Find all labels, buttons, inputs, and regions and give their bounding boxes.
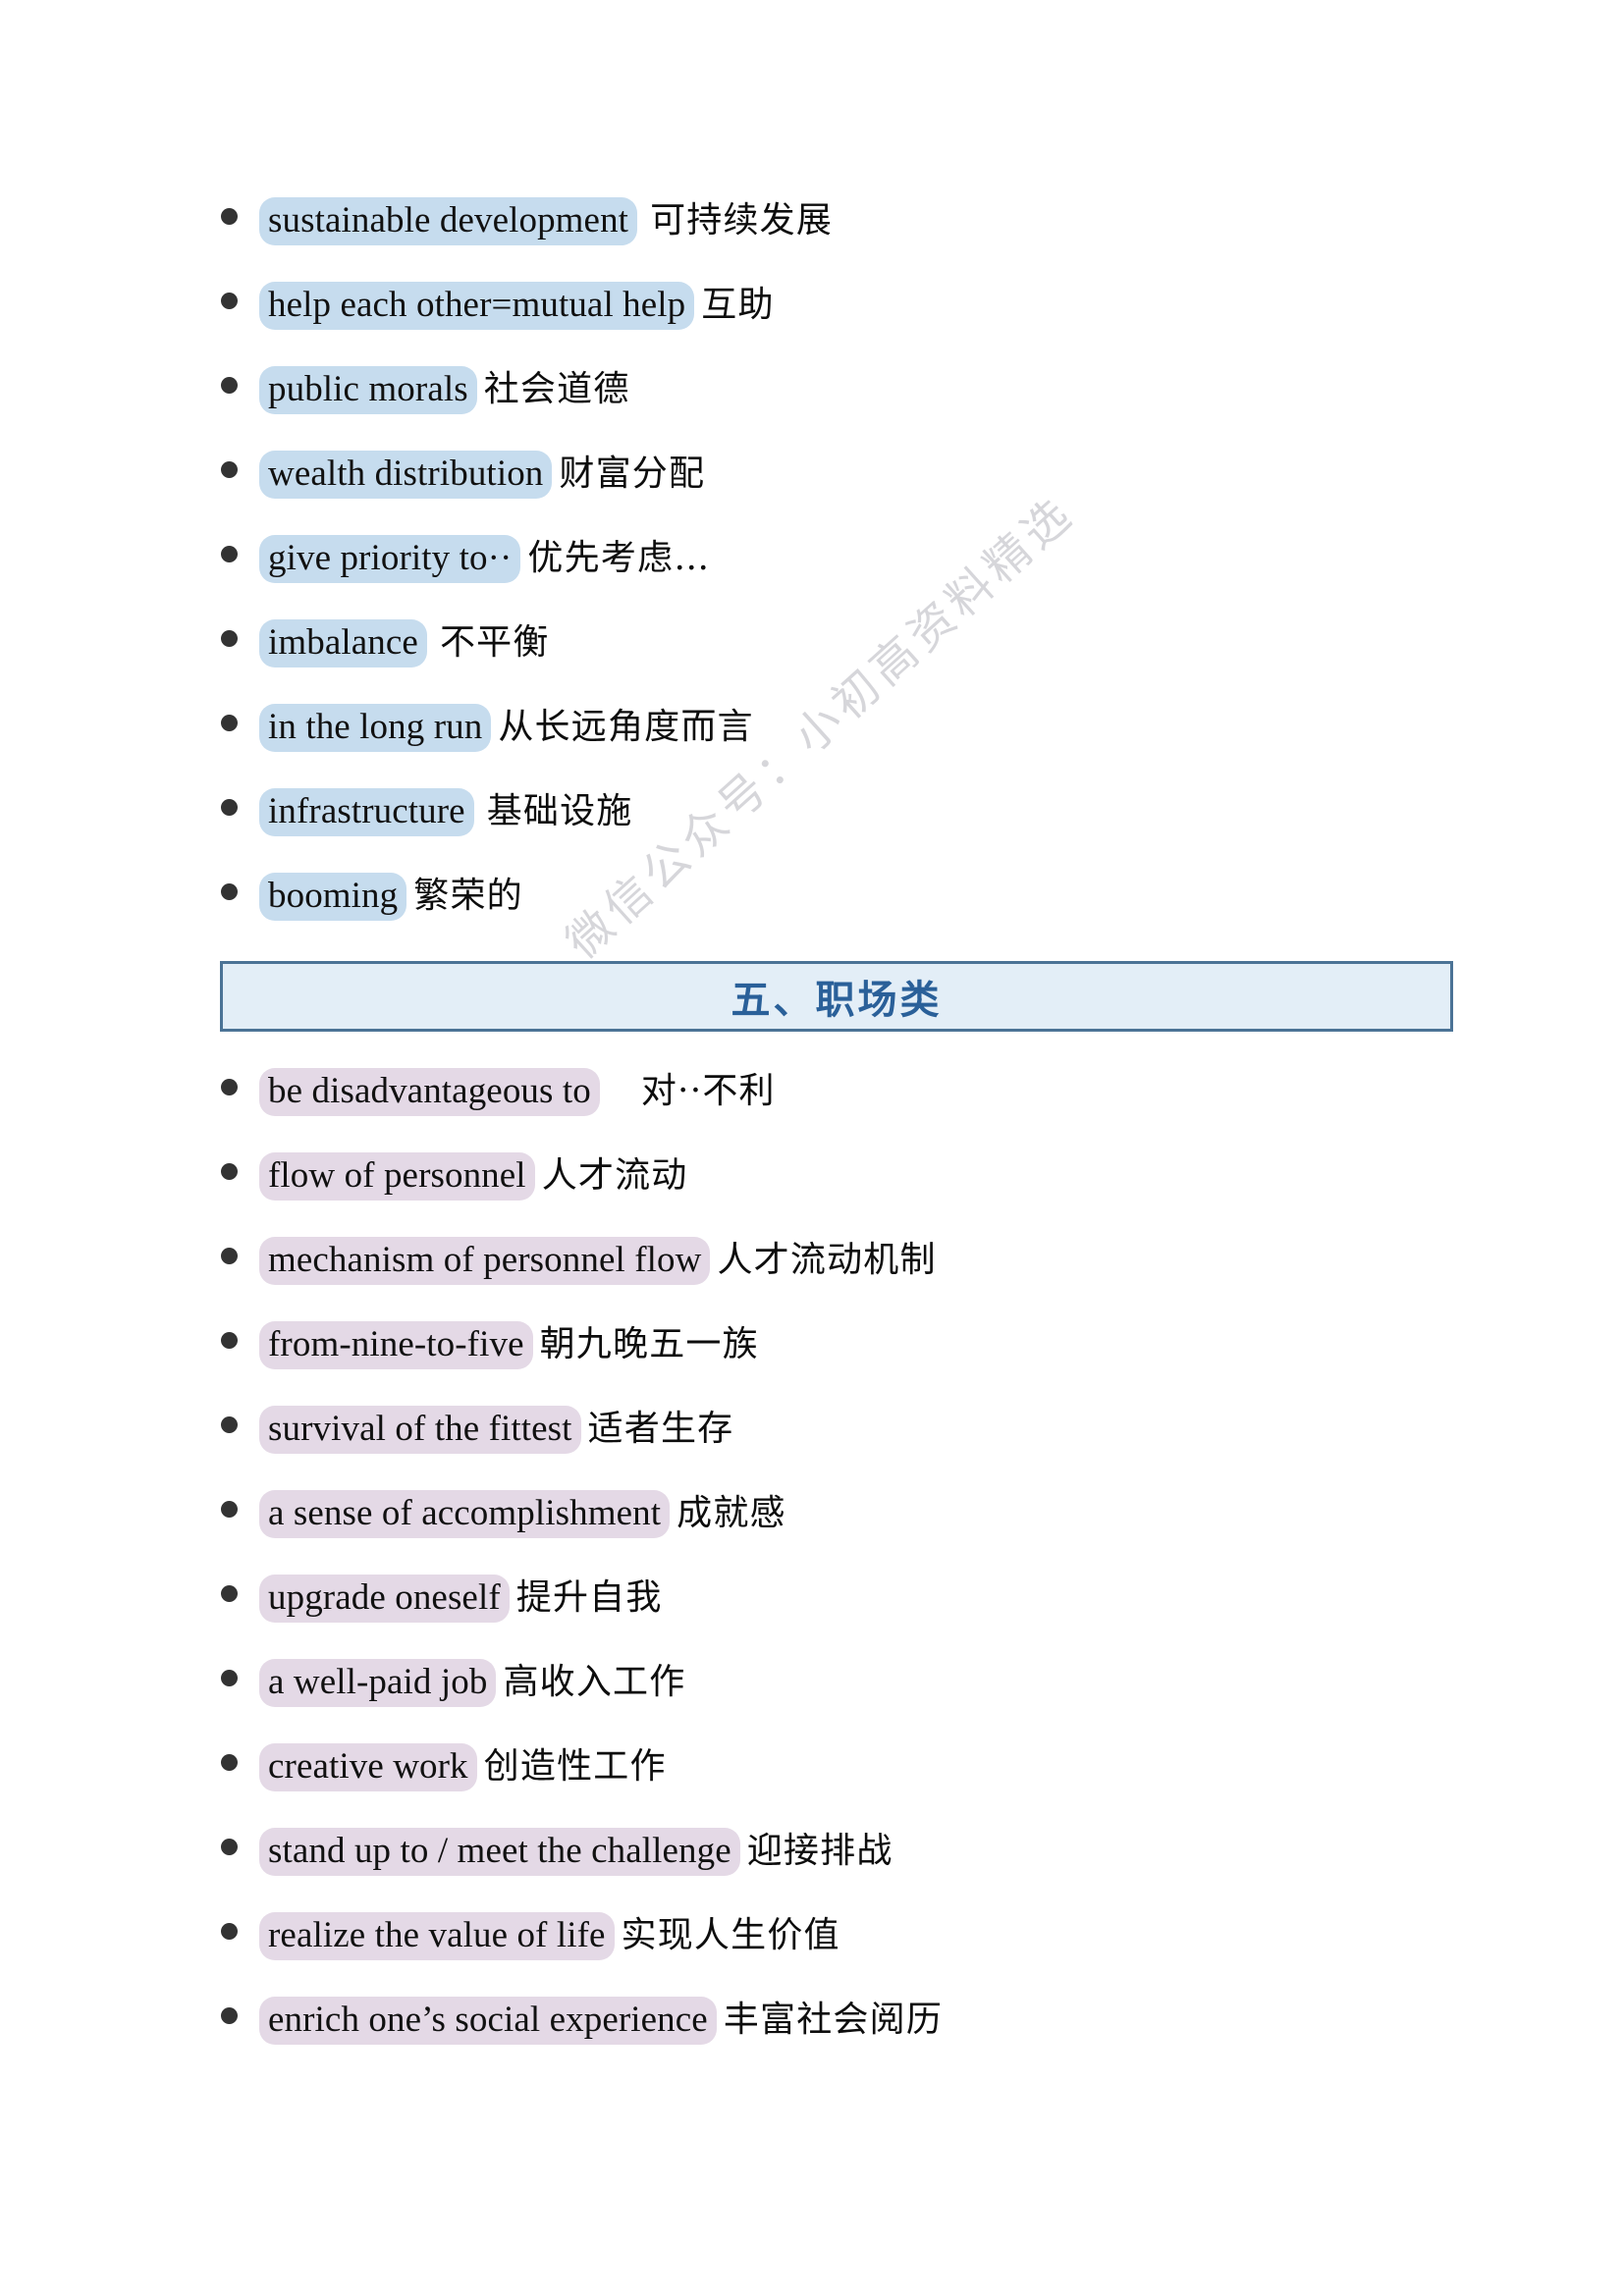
bullet-icon [221, 1332, 238, 1349]
english-term: booming [259, 873, 407, 921]
english-term: imbalance [259, 619, 427, 667]
section-header-box: 五、职场类 [220, 961, 1453, 1032]
bullet-icon [221, 293, 238, 309]
list-item: enrich one’s social experience 丰富社会阅历 [221, 1991, 1497, 2054]
bullet-icon [221, 1079, 238, 1095]
list-item: sustainable development 可持续发展 [221, 191, 1497, 254]
english-term: a sense of accomplishment [259, 1490, 671, 1538]
list-item: a well-paid job 高收入工作 [221, 1653, 1497, 1716]
list-item: stand up to / meet the challenge 迎接排战 [221, 1822, 1497, 1885]
bullet-icon [221, 1163, 238, 1180]
english-term: flow of personnel [259, 1152, 535, 1201]
bullet-icon [221, 1754, 238, 1771]
list-item: infrastructure 基础设施 [221, 782, 1497, 845]
english-term: upgrade oneself [259, 1575, 510, 1623]
chinese-gloss: 实现人生价值 [621, 1915, 840, 1955]
list-item: give priority to·· 优先考虑… [221, 529, 1497, 592]
list-item: wealth distribution 财富分配 [221, 445, 1497, 507]
list-item: from-nine-to-five 朝九晚五一族 [221, 1315, 1497, 1378]
english-term: wealth distribution [259, 451, 553, 499]
english-term: from-nine-to-five [259, 1321, 533, 1369]
chinese-gloss: 互助 [701, 285, 775, 325]
bullet-icon [221, 799, 238, 816]
bullet-icon [221, 2007, 238, 2024]
english-term: enrich one’s social experience [259, 1997, 717, 2045]
list-item: realize the value of life 实现人生价值 [221, 1906, 1497, 1969]
chinese-gloss: 不平衡 [439, 622, 550, 663]
list-item: booming 繁荣的 [221, 867, 1497, 930]
chinese-gloss: 对··不利 [640, 1071, 776, 1111]
bullet-icon [221, 461, 238, 478]
chinese-gloss: 丰富社会阅历 [723, 2000, 944, 2040]
english-term: stand up to / meet the challenge [259, 1828, 740, 1876]
bullet-icon [221, 883, 238, 900]
list-item: flow of personnel 人才流动 [221, 1147, 1497, 1209]
chinese-gloss: 可持续发展 [650, 200, 834, 240]
list-item: upgrade oneself 提升自我 [221, 1569, 1497, 1631]
list-item: a sense of accomplishment 成就感 [221, 1484, 1497, 1547]
document-page: sustainable development 可持续发展 help each ot… [0, 0, 1624, 2296]
english-term: a well-paid job [259, 1659, 497, 1707]
vocab-list-section-five: be disadvantageous to 对··不利 flow of person… [221, 1062, 1497, 2075]
chinese-gloss: 高收入工作 [503, 1662, 686, 1702]
english-term: public morals [259, 366, 477, 414]
bullet-icon [221, 1839, 238, 1855]
bullet-icon [221, 1670, 238, 1686]
vocab-list-section-one: sustainable development 可持续发展 help each ot… [221, 191, 1497, 951]
list-item: be disadvantageous to 对··不利 [221, 1062, 1497, 1125]
english-term: survival of the fittest [259, 1406, 581, 1454]
english-term: in the long run [259, 704, 492, 752]
chinese-gloss: 适者生存 [587, 1409, 734, 1449]
section-title: 五、职场类 [731, 977, 943, 1023]
list-item: public morals 社会道德 [221, 360, 1497, 423]
chinese-gloss: 人才流动 [541, 1155, 688, 1196]
list-item: imbalance 不平衡 [221, 614, 1497, 676]
chinese-gloss: 优先考虑… [527, 538, 711, 578]
chinese-gloss: 创造性工作 [483, 1746, 667, 1787]
chinese-gloss: 迎接排战 [746, 1831, 893, 1871]
bullet-icon [221, 1248, 238, 1264]
bullet-icon [221, 208, 238, 225]
bullet-icon [221, 715, 238, 731]
english-term: mechanism of personnel flow [259, 1237, 711, 1285]
english-term: give priority to·· [259, 535, 521, 583]
english-term: sustainable development [259, 197, 638, 245]
list-item: survival of the fittest 适者生存 [221, 1400, 1497, 1463]
bullet-icon [221, 546, 238, 562]
chinese-gloss: 朝九晚五一族 [539, 1324, 759, 1364]
chinese-gloss: 基础设施 [486, 791, 633, 831]
chinese-gloss: 社会道德 [483, 369, 630, 409]
chinese-gloss: 成就感 [677, 1493, 786, 1533]
english-term: be disadvantageous to [259, 1068, 600, 1116]
list-item: mechanism of personnel flow 人才流动机制 [221, 1231, 1497, 1294]
english-term: creative work [259, 1743, 477, 1791]
bullet-icon [221, 1923, 238, 1940]
bullet-icon [221, 1501, 238, 1518]
english-term: help each other=mutual help [259, 282, 695, 330]
chinese-gloss: 人才流动机制 [717, 1240, 937, 1280]
list-item: help each other=mutual help 互助 [221, 276, 1497, 339]
chinese-gloss: 提升自我 [515, 1577, 663, 1618]
chinese-gloss: 繁荣的 [413, 876, 523, 916]
bullet-icon [221, 630, 238, 647]
chinese-gloss: 从长远角度而言 [498, 707, 754, 747]
chinese-gloss: 财富分配 [559, 454, 706, 494]
bullet-icon [221, 1585, 238, 1602]
list-item: creative work 创造性工作 [221, 1737, 1497, 1800]
english-term: infrastructure [259, 788, 474, 836]
bullet-icon [221, 377, 238, 394]
list-item: in the long run 从长远角度而言 [221, 698, 1497, 761]
bullet-icon [221, 1416, 238, 1433]
english-term: realize the value of life [259, 1912, 615, 1960]
